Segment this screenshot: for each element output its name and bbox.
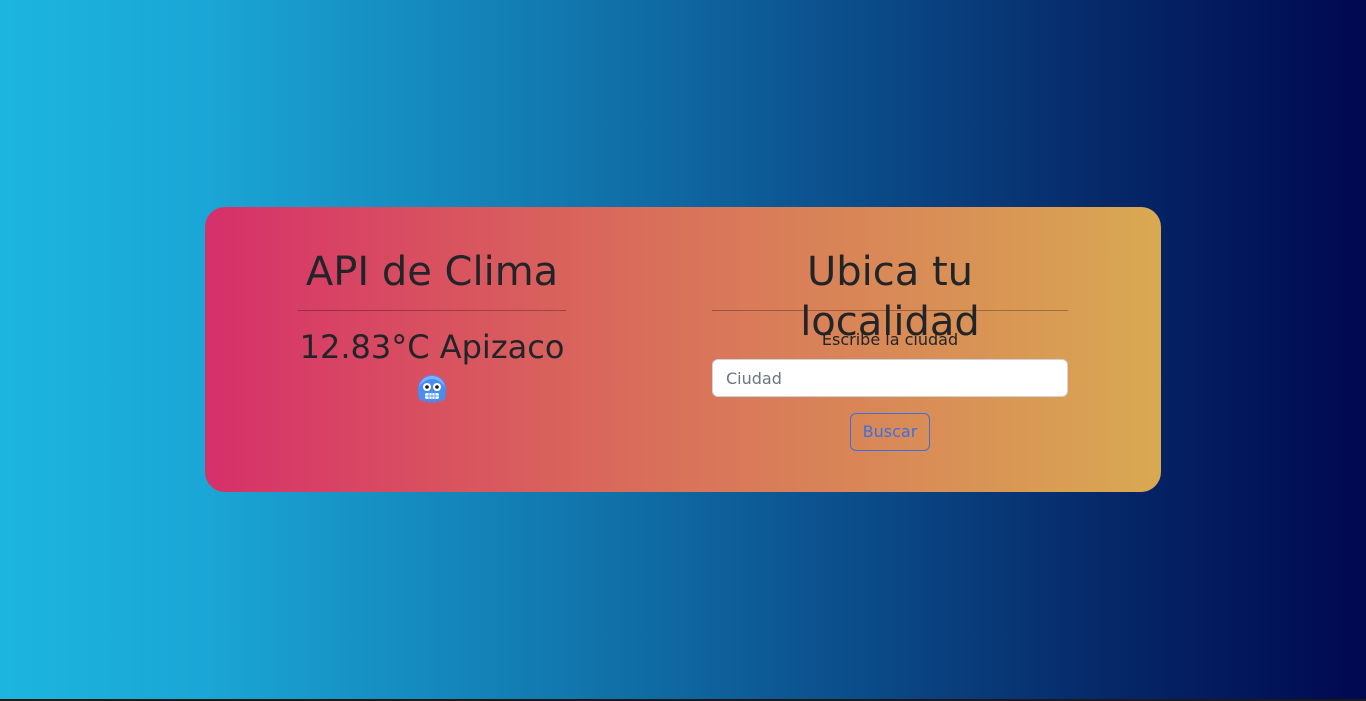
weather-panel: API de Clima 12.83°C Apizaco xyxy=(298,247,566,407)
weather-card: API de Clima 12.83°C Apizaco Ubica tu lo… xyxy=(205,207,1161,492)
search-title: Ubica tu localidad xyxy=(800,249,980,345)
city-field-label: Escribe la ciudad xyxy=(821,330,959,349)
temperature-city-readout: 12.83°C Apizaco xyxy=(299,328,565,366)
weather-title: API de Clima xyxy=(305,249,559,295)
weather-divider xyxy=(298,310,566,311)
city-input[interactable] xyxy=(712,359,1068,397)
search-panel: Ubica tu localidad Escribe la ciudad Bus… xyxy=(712,247,1068,451)
freezing-face-icon xyxy=(418,375,446,404)
search-button[interactable]: Buscar xyxy=(849,413,931,451)
